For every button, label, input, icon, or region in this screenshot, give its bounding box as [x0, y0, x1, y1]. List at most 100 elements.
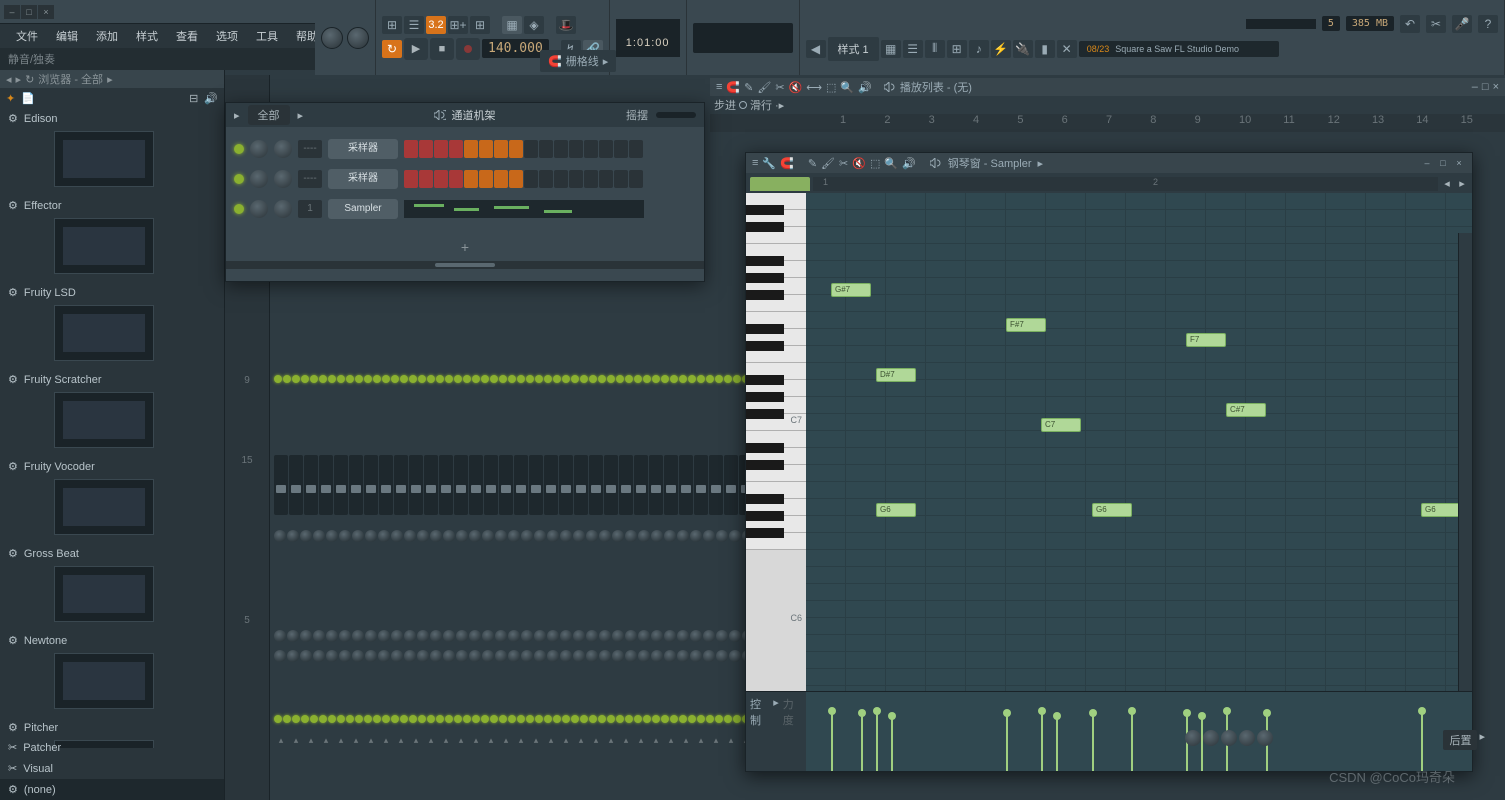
- track-knob[interactable]: [365, 530, 377, 542]
- black-key[interactable]: [746, 511, 784, 521]
- step-button[interactable]: [539, 140, 553, 158]
- track-knob[interactable]: [495, 630, 507, 642]
- track-led[interactable]: [274, 715, 282, 723]
- track-knob[interactable]: [456, 650, 468, 662]
- track-knob[interactable]: [404, 630, 416, 642]
- piano-roll-timeline[interactable]: 1 2: [813, 177, 1438, 191]
- track-led[interactable]: [427, 715, 435, 723]
- note[interactable]: D#7: [876, 368, 916, 382]
- track-led[interactable]: [715, 375, 723, 383]
- select-icon[interactable]: ⬚: [870, 157, 880, 170]
- track-knob[interactable]: [560, 530, 572, 542]
- track-led[interactable]: [409, 715, 417, 723]
- step-mode-label[interactable]: 步进: [714, 97, 736, 113]
- menu-编辑[interactable]: 编辑: [48, 25, 86, 47]
- step-button[interactable]: [449, 140, 463, 158]
- track-knob[interactable]: [287, 530, 299, 542]
- track-fader[interactable]: [469, 455, 483, 515]
- undo-icon[interactable]: ↶: [1400, 15, 1420, 33]
- track-led[interactable]: [733, 715, 741, 723]
- track-knob[interactable]: [729, 650, 741, 662]
- chevron-right-icon[interactable]: ▸: [1479, 730, 1485, 750]
- track-knob[interactable]: [521, 630, 533, 642]
- track-fader[interactable]: [289, 455, 303, 515]
- track-led[interactable]: [616, 375, 624, 383]
- track-arrow-icon[interactable]: ▴: [499, 735, 513, 746]
- track-led[interactable]: [373, 375, 381, 383]
- track-led[interactable]: [706, 715, 714, 723]
- track-knob[interactable]: [534, 630, 546, 642]
- track-led[interactable]: [328, 715, 336, 723]
- step-button[interactable]: [524, 170, 538, 188]
- track-knob[interactable]: [547, 530, 559, 542]
- velocity-bar[interactable]: [1041, 711, 1043, 771]
- track-led[interactable]: [301, 375, 309, 383]
- track-knob[interactable]: [716, 650, 728, 662]
- track-fader[interactable]: [304, 455, 318, 515]
- track-led[interactable]: [724, 375, 732, 383]
- track-led[interactable]: [274, 375, 282, 383]
- blend-icon[interactable]: ◈: [524, 16, 544, 34]
- track-knob[interactable]: [274, 650, 286, 662]
- track-led[interactable]: [364, 715, 372, 723]
- track-led[interactable]: [517, 715, 525, 723]
- track-led[interactable]: [661, 375, 669, 383]
- playback-icon[interactable]: 🔊: [902, 157, 916, 170]
- track-knob[interactable]: [677, 650, 689, 662]
- track-knob[interactable]: [274, 530, 286, 542]
- plugin-fruity-lsd[interactable]: ⚙Fruity LSD: [0, 282, 224, 303]
- step-button[interactable]: [614, 170, 628, 188]
- track-led[interactable]: [679, 375, 687, 383]
- track-led[interactable]: [508, 715, 516, 723]
- save-icon[interactable]: ✂: [1426, 15, 1446, 33]
- track-led[interactable]: [643, 375, 651, 383]
- black-key[interactable]: [746, 528, 784, 538]
- track-led[interactable]: [490, 375, 498, 383]
- track-knob[interactable]: [586, 630, 598, 642]
- track-knob[interactable]: [573, 650, 585, 662]
- velocity-label[interactable]: 控制 ▸ 力度: [746, 692, 806, 771]
- track-fader[interactable]: [454, 455, 468, 515]
- track-led[interactable]: [337, 375, 345, 383]
- track-led[interactable]: [571, 375, 579, 383]
- track-arrow-icon[interactable]: ▴: [664, 735, 678, 746]
- track-led[interactable]: [418, 375, 426, 383]
- track-led[interactable]: [643, 715, 651, 723]
- track-led[interactable]: [463, 375, 471, 383]
- step-button[interactable]: [569, 170, 583, 188]
- track-knob[interactable]: [547, 630, 559, 642]
- note[interactable]: G6: [1421, 503, 1461, 517]
- snap-selector[interactable]: 🧲 栅格线 ▸: [540, 50, 616, 72]
- step-button[interactable]: [464, 170, 478, 188]
- track-knob[interactable]: [690, 650, 702, 662]
- track-knob[interactable]: [339, 530, 351, 542]
- track-led[interactable]: [607, 375, 615, 383]
- black-key[interactable]: [746, 494, 784, 504]
- track-fader[interactable]: [694, 455, 708, 515]
- track-fader[interactable]: [574, 455, 588, 515]
- track-arrow-icon[interactable]: ▴: [649, 735, 663, 746]
- step-button[interactable]: [479, 140, 493, 158]
- track-knob[interactable]: [482, 530, 494, 542]
- step-button[interactable]: [584, 170, 598, 188]
- visual-item[interactable]: ✂Visual: [0, 758, 224, 779]
- note[interactable]: F#7: [1006, 318, 1046, 332]
- track-led[interactable]: [382, 715, 390, 723]
- plugin-edison[interactable]: ⚙Edison: [0, 108, 224, 129]
- track-knob[interactable]: [664, 650, 676, 662]
- track-knob[interactable]: [274, 630, 286, 642]
- track-led[interactable]: [418, 715, 426, 723]
- track-fader[interactable]: [514, 455, 528, 515]
- track-led[interactable]: [499, 375, 507, 383]
- mode-radio-icon[interactable]: [739, 101, 747, 109]
- note[interactable]: F7: [1186, 333, 1226, 347]
- step-button[interactable]: [404, 140, 418, 158]
- track-led[interactable]: [580, 715, 588, 723]
- track-knob[interactable]: [638, 630, 650, 642]
- fwd-icon[interactable]: ▸: [16, 73, 22, 86]
- track-led[interactable]: [319, 375, 327, 383]
- step-button[interactable]: [449, 170, 463, 188]
- minimize-icon[interactable]: –: [1420, 157, 1434, 169]
- track-knob[interactable]: [677, 630, 689, 642]
- track-arrow-icon[interactable]: ▴: [319, 735, 333, 746]
